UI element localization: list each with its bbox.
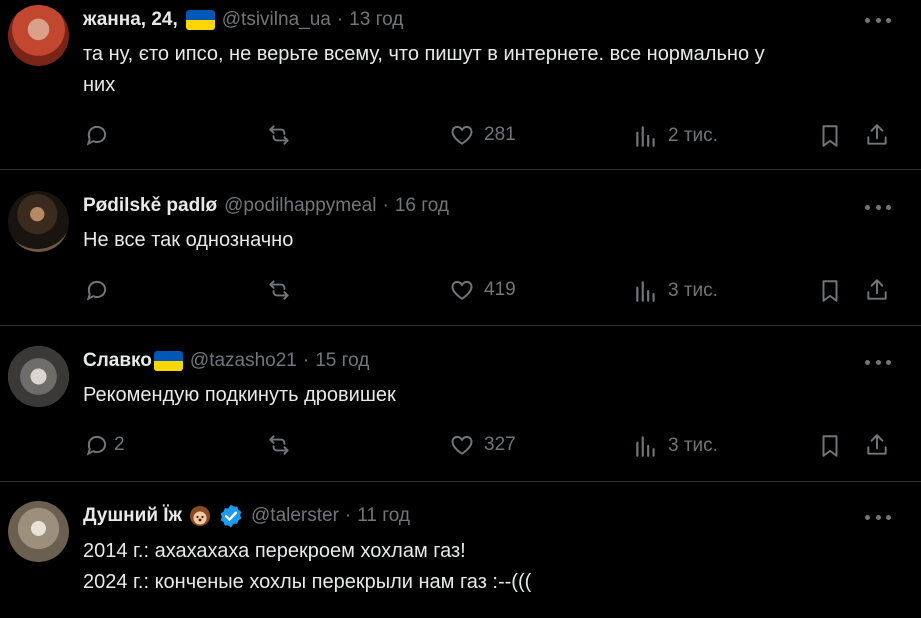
retweet-button[interactable] <box>266 121 292 149</box>
share-button[interactable] <box>864 276 890 304</box>
bookmark-icon <box>822 125 838 147</box>
more-icon[interactable] <box>865 202 891 212</box>
bookmark-icon <box>822 280 838 302</box>
timestamp[interactable]: 13 год <box>349 9 403 31</box>
views-icon <box>636 126 655 147</box>
ua-flag-icon <box>153 351 183 371</box>
author-handle[interactable]: @talerster <box>251 505 339 527</box>
like-button[interactable]: 327 <box>449 431 516 459</box>
like-button[interactable]: 281 <box>449 121 516 149</box>
timestamp[interactable]: 16 год <box>395 195 449 217</box>
author-handle[interactable]: @tazasho21 <box>190 350 297 372</box>
tweet-text: 2014 г.: ахахахаха перекроем хохлам газ!… <box>83 540 532 593</box>
views-count: 2 тис. <box>668 125 718 146</box>
avatar[interactable] <box>8 191 69 252</box>
timeline: жанна, 24, @tsivilna_ua · 13 год та ну, … <box>0 0 921 618</box>
verified-icon[interactable] <box>218 503 244 529</box>
share-icon <box>867 279 887 300</box>
ua-flag-icon <box>185 10 215 30</box>
more-icon[interactable] <box>865 15 891 25</box>
timestamp[interactable]: 15 год <box>315 350 369 372</box>
like-button[interactable]: 419 <box>449 276 516 304</box>
separator-dot: · <box>382 195 389 216</box>
reply-icon <box>86 280 107 301</box>
retweet-button[interactable] <box>266 276 292 304</box>
reply-icon <box>86 435 107 456</box>
like-icon <box>451 280 473 300</box>
separator-dot: · <box>336 9 344 30</box>
author-name[interactable]: Душний Їж <box>83 505 182 527</box>
tweet[interactable]: Душний Їж @talerster · 11 год 2014 г.: а… <box>0 482 921 618</box>
author-name[interactable]: Pødilskě padlø <box>83 195 217 217</box>
share-icon <box>867 124 887 145</box>
views-button[interactable]: 2 тис. <box>633 122 718 150</box>
tweet-text: та ну, єто ипсо, не верьте всему, что пи… <box>83 43 765 96</box>
views-count: 3 тис. <box>668 280 718 301</box>
views-count: 3 тис. <box>668 435 718 456</box>
retweet-icon <box>269 280 289 300</box>
reply-button[interactable] <box>84 276 119 304</box>
reply-button[interactable] <box>84 121 119 149</box>
views-icon <box>636 436 655 457</box>
author-handle[interactable]: @podilhappymeal <box>224 195 376 217</box>
views-button[interactable]: 3 тис. <box>633 432 718 460</box>
like-count: 327 <box>484 434 516 455</box>
share-button[interactable] <box>864 121 890 149</box>
retweet-icon <box>269 125 289 145</box>
like-count: 419 <box>484 279 516 300</box>
avatar[interactable] <box>8 501 69 562</box>
author-name[interactable]: Славко <box>83 350 152 372</box>
hedgehog-icon <box>190 506 210 526</box>
tweet-text: Не все так однозначно <box>83 229 294 251</box>
tweet[interactable]: Славко @tazasho21 · 15 год Рекомендую по… <box>0 326 921 482</box>
timestamp[interactable]: 11 год <box>357 505 410 527</box>
separator-dot: · <box>344 505 352 526</box>
like-icon <box>451 435 473 455</box>
retweet-button[interactable] <box>266 431 292 459</box>
reply-count: 2 <box>114 434 125 455</box>
bookmark-button[interactable] <box>817 432 843 460</box>
bookmark-icon <box>822 435 838 457</box>
bookmark-button[interactable] <box>817 277 843 305</box>
reply-icon <box>86 125 107 146</box>
avatar[interactable] <box>8 346 69 407</box>
retweet-icon <box>269 435 289 455</box>
avatar[interactable] <box>8 5 69 66</box>
like-icon <box>451 125 473 145</box>
tweet[interactable]: жанна, 24, @tsivilna_ua · 13 год та ну, … <box>0 0 921 170</box>
separator-dot: · <box>302 350 310 371</box>
share-button[interactable] <box>864 431 890 459</box>
tweet[interactable]: Pødilskě padlø @podilhappymeal · 16 год … <box>0 170 921 326</box>
share-icon <box>867 434 887 455</box>
author-name[interactable]: жанна, 24, <box>83 9 178 31</box>
views-button[interactable]: 3 тис. <box>633 277 718 305</box>
views-icon <box>636 281 655 302</box>
bookmark-button[interactable] <box>817 122 843 150</box>
more-icon[interactable] <box>865 357 891 367</box>
reply-button[interactable]: 2 <box>84 431 125 459</box>
more-icon[interactable] <box>865 512 891 522</box>
author-handle[interactable]: @tsivilna_ua <box>222 9 331 31</box>
like-count: 281 <box>484 124 516 145</box>
tweet-text: Рекомендую подкинуть дровишек <box>83 384 396 406</box>
